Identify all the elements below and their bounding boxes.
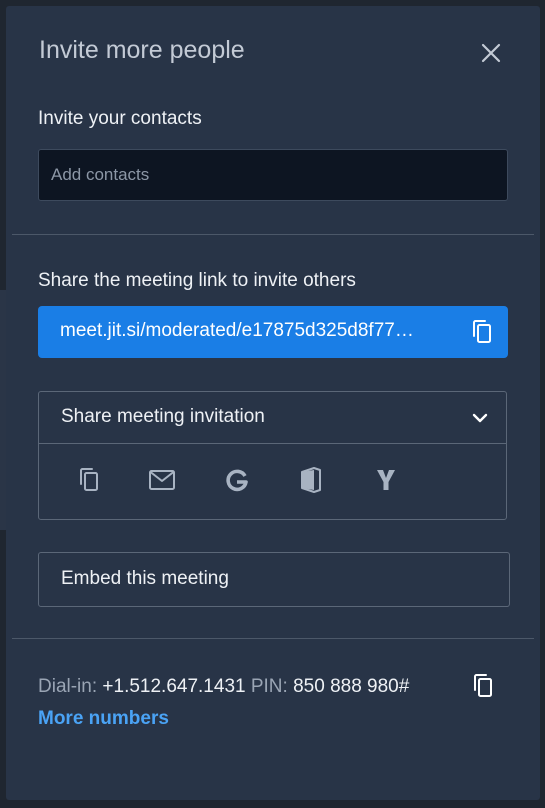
dial-in-label: Dial-in:: [38, 676, 98, 697]
outlook-icon: [301, 467, 321, 493]
copy-invitation-button[interactable]: [74, 465, 104, 495]
yahoo-invite-button[interactable]: [371, 465, 401, 495]
divider: [12, 638, 534, 639]
outlook-invite-button[interactable]: [296, 465, 326, 495]
share-invitation-panel: Share meeting invitation: [38, 391, 507, 520]
dialog-title: Invite more people: [39, 36, 245, 64]
email-icon: [149, 470, 175, 490]
add-contacts-input[interactable]: [38, 149, 508, 201]
more-numbers-link[interactable]: More numbers: [38, 708, 169, 730]
contacts-label: Invite your contacts: [38, 108, 202, 129]
meeting-link-text: meet.jit.si/moderated/e17875d325d8f77d…: [60, 320, 420, 341]
dial-in-info: Dial-in: +1.512.647.1431 PIN: 850 888 98…: [38, 676, 409, 698]
yahoo-icon: [377, 470, 395, 490]
copy-icon: [80, 468, 98, 491]
pin-label: PIN:: [250, 676, 288, 697]
share-link-label: Share the meeting link to invite others: [38, 270, 356, 291]
embed-meeting-label: Embed this meeting: [61, 568, 229, 589]
share-invitation-toggle[interactable]: Share meeting invitation: [39, 392, 506, 444]
divider: [12, 234, 534, 235]
meeting-link-box[interactable]: meet.jit.si/moderated/e17875d325d8f77d…: [38, 306, 508, 358]
google-icon: [226, 469, 248, 492]
google-invite-button[interactable]: [222, 465, 252, 495]
chevron-down-icon: [469, 407, 491, 429]
dial-in-number: +1.512.647.1431: [102, 676, 246, 697]
email-invite-button[interactable]: [147, 465, 177, 495]
share-invitation-label: Share meeting invitation: [61, 406, 265, 427]
embed-meeting-button[interactable]: Embed this meeting: [38, 552, 510, 607]
copy-link-button[interactable]: [468, 318, 496, 346]
close-icon: [481, 43, 501, 63]
copy-icon: [473, 320, 491, 343]
close-button[interactable]: [476, 38, 506, 68]
pin-value: 850 888 980#: [293, 676, 410, 697]
copy-icon: [474, 674, 492, 697]
invite-dialog: Invite more people Invite your contacts …: [6, 6, 540, 800]
copy-dial-in-button[interactable]: [469, 672, 497, 700]
